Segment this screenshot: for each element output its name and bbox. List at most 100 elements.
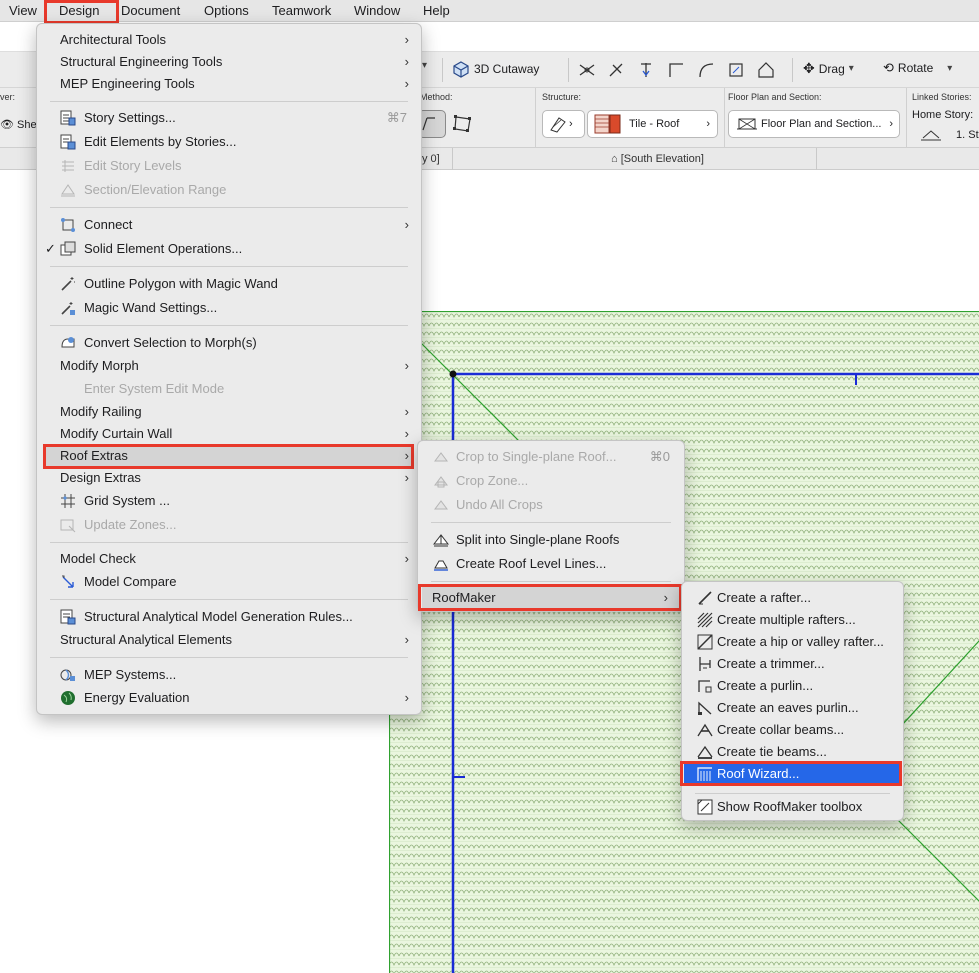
composite-selector[interactable]: Tile - Roof › (587, 110, 718, 138)
chevron-down-icon: ▾ (947, 62, 953, 74)
menu-item-create-rafter[interactable]: Create a rafter... (682, 587, 903, 609)
chevron-right-icon: › (706, 118, 710, 130)
menu-item-convert-to-morph[interactable]: Convert Selection to Morph(s) (37, 332, 421, 354)
menu-item-label: Create collar beams... (717, 722, 845, 737)
floorplan-display-icon (737, 118, 757, 130)
menu-item-split-into-single-plane-roofs[interactable]: Split into Single-plane Roofs (418, 529, 684, 551)
menu-item-enter-system-edit-mode: Enter System Edit Mode (37, 378, 421, 400)
menu-item-story-settings[interactable]: Story Settings... ⌘7 (37, 107, 421, 129)
menu-teamwork[interactable]: Teamwork (272, 2, 331, 20)
menu-item-label: Structural Analytical Model Generation R… (84, 609, 353, 624)
menu-item-model-check[interactable]: Model Check › (37, 548, 421, 570)
house-icon[interactable] (757, 61, 775, 79)
menu-item-crop-zone: Crop Zone... (418, 470, 684, 492)
menu-item-label: Connect (84, 217, 133, 232)
menu-item-roof-wizard[interactable]: Roof Wizard... (684, 763, 901, 785)
menu-item-create-purlin[interactable]: Create a purlin... (682, 675, 903, 697)
design-menu-highlight (44, 0, 119, 24)
menu-item-label: Roof Wizard... (717, 766, 800, 781)
menu-item-modify-curtain-wall[interactable]: Modify Curtain Wall › (37, 423, 421, 445)
plan-node[interactable] (449, 370, 457, 378)
menu-bar: View Design Document Options Teamwork Wi… (0, 0, 979, 24)
menu-item-create-multiple-rafters[interactable]: Create multiple rafters... (682, 609, 903, 631)
menu-item-show-roofmaker-toolbox[interactable]: Show RoofMaker toolbox (682, 796, 903, 818)
home-story-selector[interactable]: 1. St (920, 128, 979, 142)
menu-item-solid-element-operations[interactable]: ✓ Solid Element Operations... (37, 238, 421, 260)
menu-item-modify-railing[interactable]: Modify Railing › (37, 401, 421, 423)
menu-item-label: Structural Engineering Tools (60, 54, 223, 69)
menu-item-energy-evaluation[interactable]: Energy Evaluation › (37, 687, 421, 709)
menu-item-create-roof-level-lines[interactable]: Create Roof Level Lines... (418, 553, 684, 575)
menu-item-architectural-tools[interactable]: Architectural Tools › (37, 29, 421, 51)
chevron-right-icon: › (404, 404, 409, 419)
menu-item-create-collar-beams[interactable]: Create collar beams... (682, 719, 903, 741)
menu-item-structural-analytical-rules[interactable]: Structural Analytical Model Generation R… (37, 606, 421, 628)
menu-item-modify-morph[interactable]: Modify Morph › (37, 355, 421, 377)
crop-roof-icon (434, 452, 448, 462)
grid-system-icon (61, 494, 75, 508)
section-range-icon (61, 184, 75, 197)
tab-south-elevation[interactable]: ⌂ [South Elevation] (611, 148, 704, 170)
toolbar-overflow-button[interactable]: ▾ (422, 60, 427, 71)
layer-selector[interactable]: 👁 She (0, 118, 37, 131)
magic-wand-settings-icon (61, 302, 75, 315)
menu-item-roof-extras[interactable]: Roof Extras › (45, 445, 413, 467)
floorplan-value: Floor Plan and Section... (761, 118, 882, 130)
chevron-right-icon: › (404, 448, 409, 463)
menu-help[interactable]: Help (423, 2, 450, 20)
home-story-label: Home Story: (912, 109, 974, 121)
undo-crops-icon (434, 500, 448, 510)
menu-options[interactable]: Options (204, 2, 249, 20)
drag-button[interactable]: ✥ Drag ▾ (803, 60, 854, 77)
method-option-2[interactable] (452, 110, 484, 138)
menu-item-create-hip-valley-rafter[interactable]: Create a hip or valley rafter... (682, 631, 903, 653)
menu-item-mep-engineering-tools[interactable]: MEP Engineering Tools › (37, 73, 421, 95)
tab-story[interactable]: y 0] (422, 148, 440, 170)
menu-separator (695, 793, 890, 794)
trim-icon[interactable] (607, 61, 625, 79)
chevron-right-icon: › (404, 217, 409, 232)
menu-item-grid-system[interactable]: Grid System ... (37, 490, 421, 512)
menu-separator (50, 266, 408, 267)
menu-item-create-trimmer[interactable]: Create a trimmer... (682, 653, 903, 675)
menu-item-structural-engineering-tools[interactable]: Structural Engineering Tools › (37, 51, 421, 73)
menu-item-edit-elements-by-stories[interactable]: Edit Elements by Stories... (37, 131, 421, 153)
menu-item-shortcut: ⌘7 (386, 110, 407, 125)
layer-label: ver: (0, 92, 16, 102)
menu-item-design-extras[interactable]: Design Extras › (37, 467, 421, 489)
menu-window[interactable]: Window (354, 2, 400, 20)
menu-item-undo-all-crops: Undo All Crops (418, 494, 684, 516)
roof-method-single-icon (422, 117, 435, 131)
floorplan-selector[interactable]: Floor Plan and Section... › (728, 110, 900, 138)
structure-type-selector[interactable]: › (542, 110, 585, 138)
tab-divider (816, 148, 817, 170)
menu-item-mep-systems[interactable]: MEP Systems... (37, 664, 421, 686)
adjust-icon[interactable] (637, 61, 655, 79)
menu-view[interactable]: View (9, 2, 37, 20)
menu-separator (431, 522, 671, 523)
linked-stories-label: Linked Stories: (912, 92, 972, 102)
menu-item-label: Design Extras (60, 470, 141, 485)
menu-item-create-tie-beams[interactable]: Create tie beams... (682, 741, 903, 763)
model-compare-icon (62, 575, 74, 588)
menu-item-create-eaves-purlin[interactable]: Create an eaves purlin... (682, 697, 903, 719)
method-option-1[interactable] (418, 110, 446, 138)
story-settings-icon (60, 110, 76, 126)
layer-value: She (17, 119, 37, 131)
offset-icon[interactable] (727, 61, 745, 79)
menu-item-outline-polygon-magic-wand[interactable]: Outline Polygon with Magic Wand (37, 273, 421, 295)
menu-document[interactable]: Document (121, 2, 180, 20)
menu-item-connect[interactable]: Connect › (37, 214, 421, 236)
menu-item-structural-analytical-elements[interactable]: Structural Analytical Elements › (37, 629, 421, 651)
3d-cutaway-button[interactable]: 3D Cutaway (452, 60, 539, 78)
split-icon[interactable] (578, 61, 596, 79)
rotate-button[interactable]: ⟲ Rotate ▾ (883, 60, 952, 76)
fillet-icon[interactable] (697, 61, 715, 79)
menu-item-model-compare[interactable]: Model Compare (37, 571, 421, 593)
rafter-icon (698, 591, 712, 605)
intersect-icon[interactable] (667, 61, 685, 79)
menu-item-magic-wand-settings[interactable]: Magic Wand Settings... (37, 297, 421, 319)
menu-item-roofmaker[interactable]: RoofMaker › (422, 587, 680, 609)
floorplan-label: Floor Plan and Section: (728, 92, 822, 102)
hip-rafter-icon (697, 634, 713, 650)
